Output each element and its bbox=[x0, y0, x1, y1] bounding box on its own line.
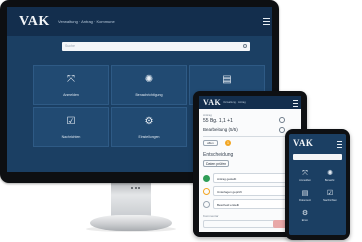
search-placeholder: Suche bbox=[65, 44, 75, 48]
phone-app-screen: VAK ⤧ Anmelden ✺ Benachr. ▤ Dokument ☑ N… bbox=[289, 134, 346, 235]
tile-label: Einst. bbox=[301, 219, 309, 222]
document-icon[interactable]: ▤ bbox=[297, 190, 313, 197]
notification-icon[interactable]: ✺ bbox=[322, 170, 338, 177]
step-row[interactable]: Bescheid erstellt bbox=[203, 199, 287, 209]
settings-icon: ⚙ bbox=[144, 116, 154, 127]
tile-settings[interactable]: ⚙ Einstellungen bbox=[111, 107, 187, 147]
phone-logo[interactable]: VAK bbox=[293, 138, 313, 148]
login-icon[interactable]: ⤧ bbox=[297, 170, 313, 177]
status-chip[interactable]: offen bbox=[203, 140, 218, 146]
monitor-stand-base bbox=[90, 215, 172, 231]
app-logo[interactable]: VAK bbox=[19, 14, 50, 30]
app-subtitle: Verwaltung · Antrag · Kommune bbox=[58, 19, 115, 24]
step-label: Bescheid erstellt bbox=[217, 203, 240, 207]
tile-label: Nachrichten bbox=[61, 135, 81, 139]
tile-messages[interactable]: ☑ Nachrichten bbox=[33, 107, 109, 147]
check-data-button[interactable]: Daten prüfen bbox=[203, 160, 230, 167]
tablet-logo[interactable]: VAK bbox=[203, 98, 221, 107]
notification-icon: ✺ bbox=[144, 74, 154, 85]
tile-label: Benachrichtigung bbox=[135, 93, 163, 97]
amount-value: 55 Bg. 1,1 +1 bbox=[203, 118, 233, 124]
step-label: Unterlagen geprüft bbox=[217, 190, 242, 194]
tile-label: Benachr. bbox=[324, 179, 336, 182]
tablet-subtitle: Verwaltung · Antrag bbox=[223, 101, 246, 104]
count-badge: 1 bbox=[225, 140, 231, 146]
search-input[interactable]: Suche bbox=[62, 42, 250, 51]
menu-icon[interactable] bbox=[337, 141, 342, 149]
tile-label: Anmelden bbox=[299, 179, 311, 182]
settings-icon[interactable]: ⚙ bbox=[297, 210, 313, 217]
add-icon[interactable] bbox=[279, 117, 285, 123]
status-text: Bearbeitung (5/5) bbox=[203, 127, 238, 132]
divider bbox=[203, 136, 297, 137]
login-icon: ⤧ bbox=[67, 74, 75, 85]
tile-label: Einstellungen bbox=[138, 135, 160, 139]
step-label: Antrag gestellt bbox=[217, 177, 237, 181]
search-input[interactable] bbox=[293, 154, 342, 160]
tablet-header: VAK Verwaltung · Antrag bbox=[199, 96, 301, 109]
step-row[interactable]: Unterlagen geprüft bbox=[203, 186, 287, 196]
monitor-indicator-dots bbox=[131, 176, 142, 194]
document-icon: ▤ bbox=[222, 74, 232, 85]
footer-note: Kommentar bbox=[203, 214, 219, 218]
open-step-icon bbox=[203, 201, 210, 208]
step-row[interactable]: Antrag gestellt bbox=[203, 173, 287, 183]
pending-icon bbox=[203, 188, 210, 195]
tile-label: Nachrichten bbox=[323, 199, 337, 202]
menu-icon[interactable] bbox=[263, 18, 270, 26]
field-label: Antrag bbox=[203, 113, 212, 117]
app-header: VAK Verwaltung · Antrag · Kommune bbox=[7, 7, 272, 36]
checkbox-icon: ☑ bbox=[66, 116, 76, 127]
tile-label: Dokument bbox=[299, 199, 311, 202]
search-icon[interactable] bbox=[243, 44, 247, 48]
tile-label: Anmelden bbox=[63, 93, 79, 97]
tile-login[interactable]: ⤧ Anmelden bbox=[33, 65, 109, 105]
tile-notification[interactable]: ✺ Benachrichtigung bbox=[111, 65, 187, 105]
section-title: Entscheidung bbox=[203, 152, 234, 158]
menu-icon[interactable] bbox=[293, 100, 298, 108]
check-icon bbox=[203, 175, 210, 182]
info-icon[interactable] bbox=[279, 127, 285, 133]
checkbox-icon[interactable]: ☑ bbox=[322, 190, 338, 197]
